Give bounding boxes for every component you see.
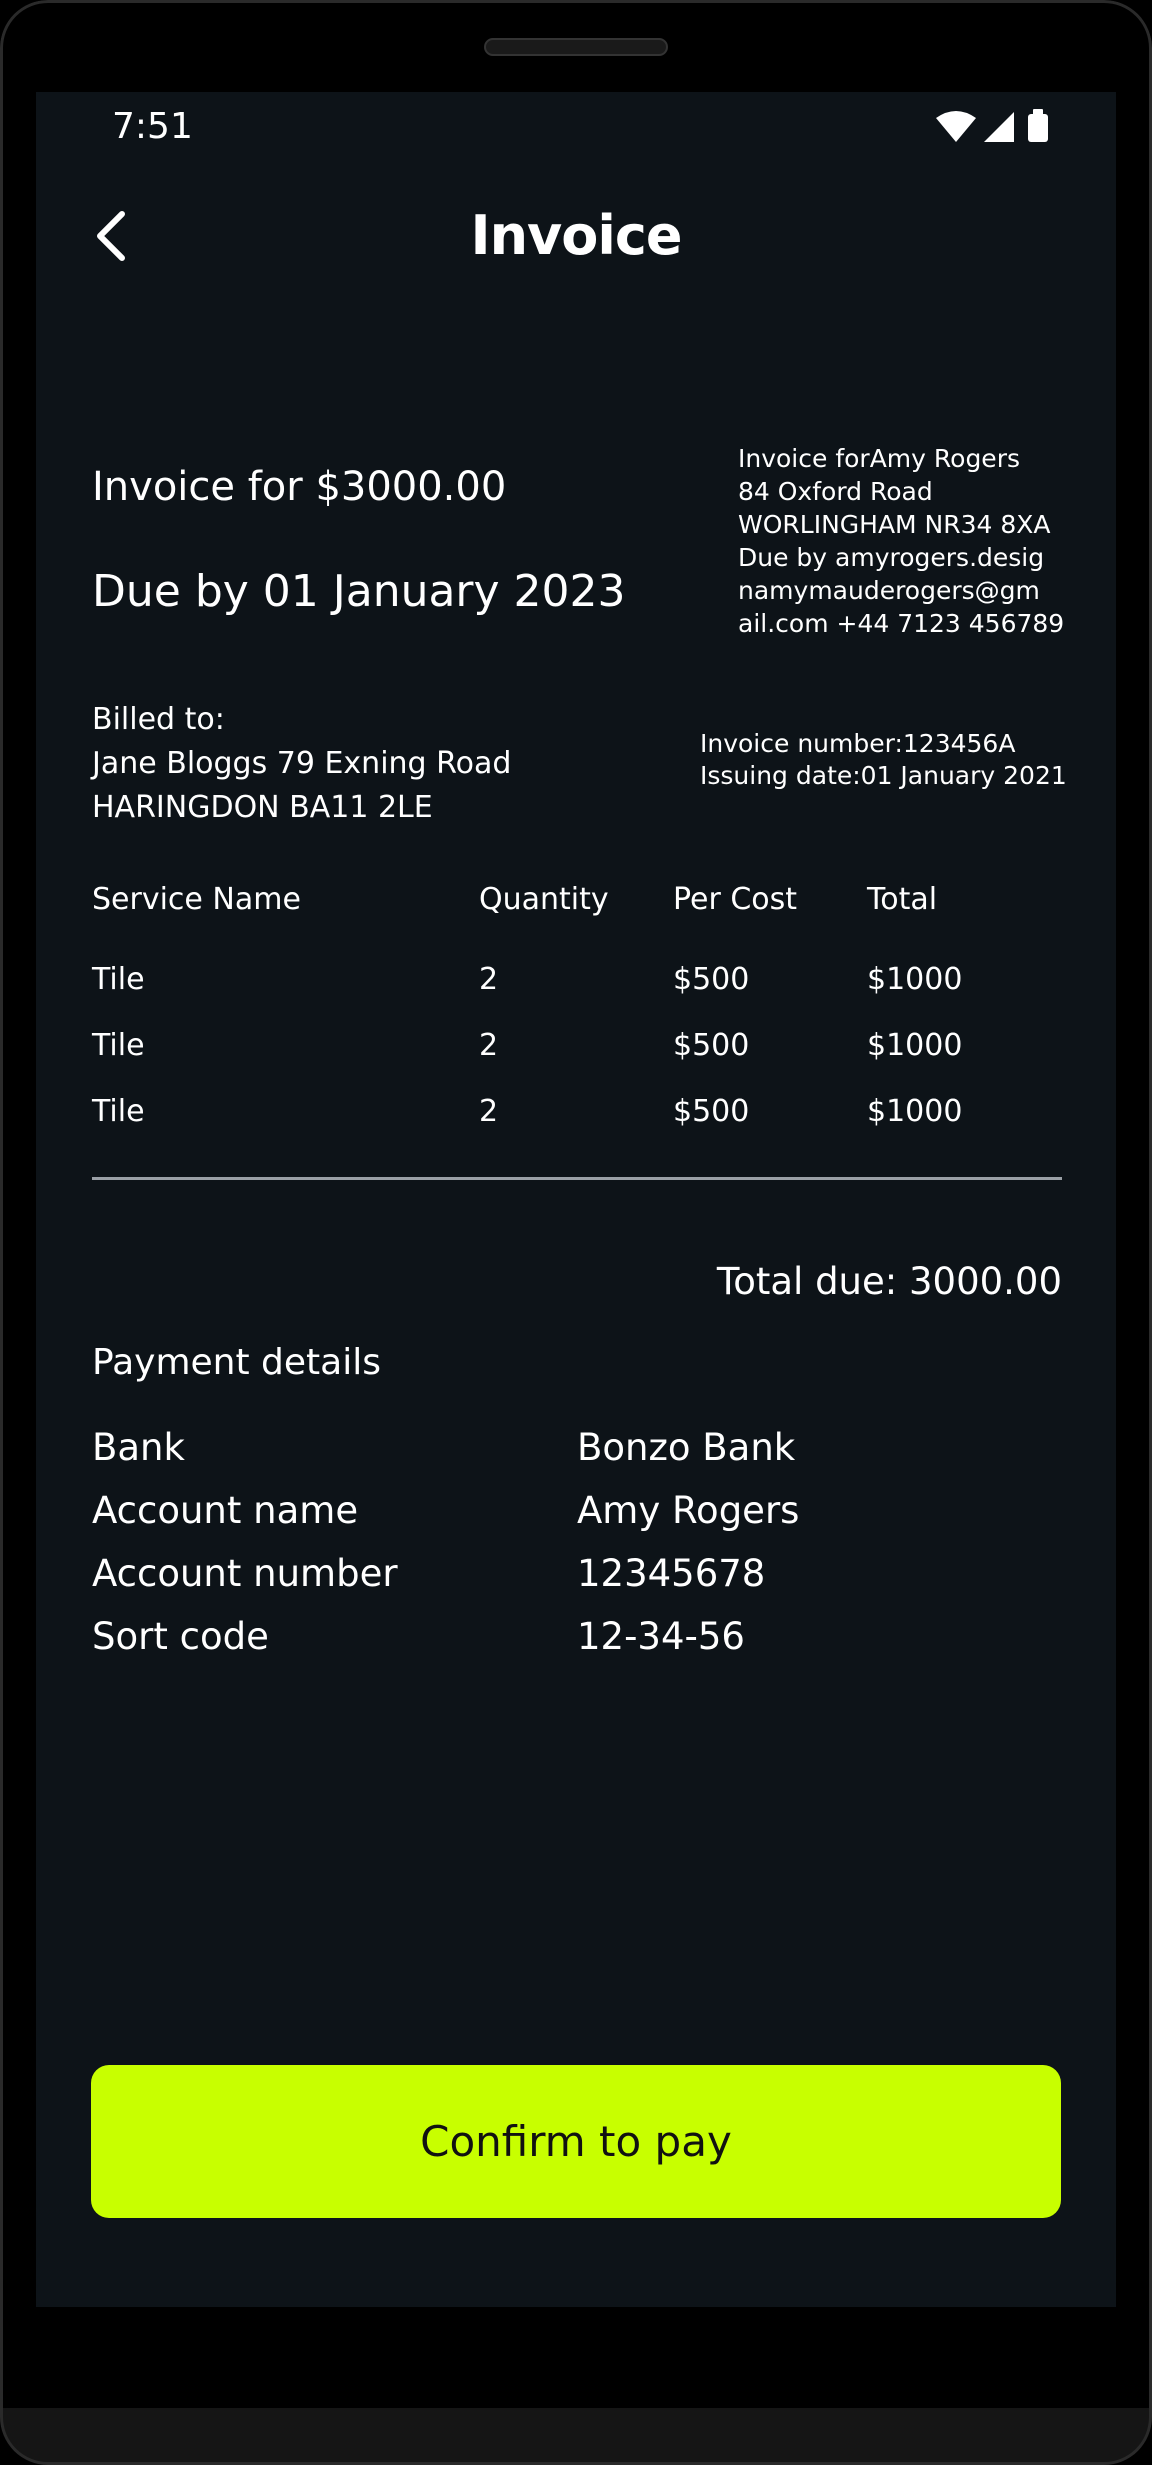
phone-frame: 7:51 Invoice Invoice for $3000.00 Due by…: [0, 0, 1152, 2465]
phone-rim: [0, 0, 1152, 2465]
